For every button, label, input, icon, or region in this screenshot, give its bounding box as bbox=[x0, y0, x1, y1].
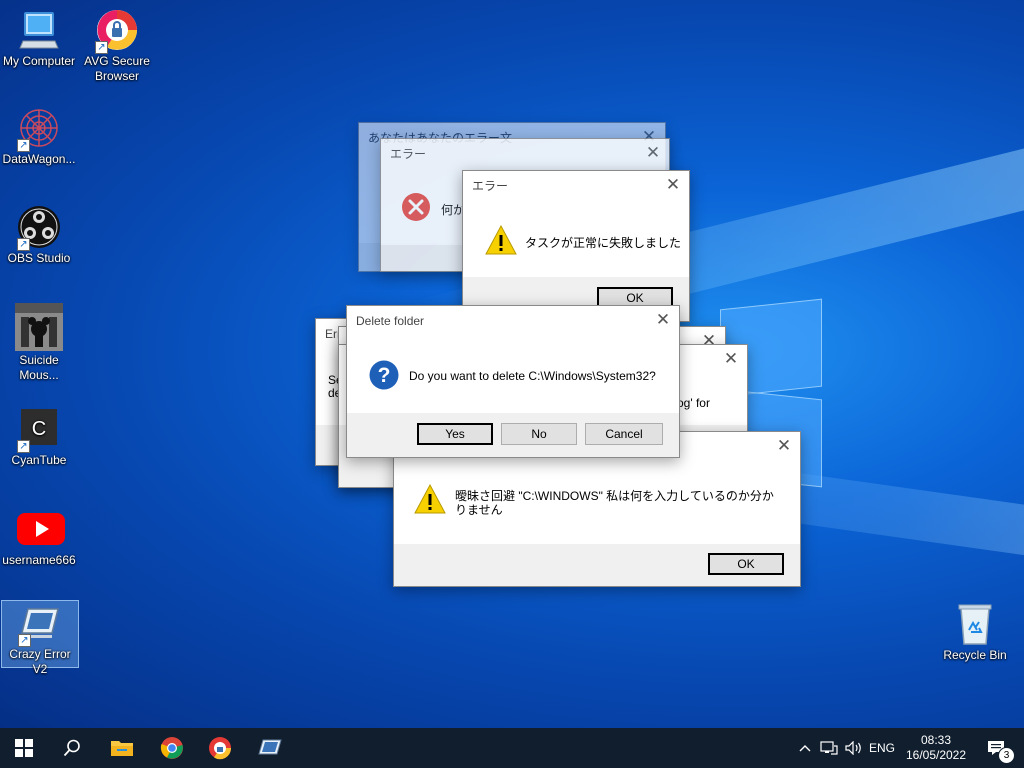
yes-button[interactable]: Yes bbox=[417, 423, 493, 445]
dialog-task-failed[interactable]: エラー ✕ タスクが正常に失敗しました OK bbox=[462, 170, 690, 322]
dialog-message: Do you want to delete C:\Windows\System3… bbox=[409, 369, 656, 383]
shortcut-arrow-icon: ↗ bbox=[17, 440, 30, 453]
search-button[interactable] bbox=[48, 728, 96, 768]
youtube-icon bbox=[17, 507, 65, 551]
obs-studio-icon: ↗ bbox=[17, 205, 61, 251]
clock-time: 08:33 bbox=[920, 733, 952, 747]
desktop-icon-crazy-error-v2[interactable]: ↗ Crazy Error V2 bbox=[1, 600, 79, 676]
crazy-error-icon: ↗ bbox=[18, 601, 62, 647]
close-icon[interactable]: ✕ bbox=[715, 345, 747, 375]
desktop-icon-label: OBS Studio bbox=[7, 251, 71, 265]
error-icon bbox=[401, 192, 431, 225]
desktop-icon-label: Crazy Error V2 bbox=[9, 647, 71, 676]
show-hidden-icons-button[interactable] bbox=[796, 728, 814, 768]
network-button[interactable] bbox=[818, 728, 840, 768]
dialog-message: 曖昧さ回避 "C:\WINDOWS" 私は何を入力しているのか分かりません bbox=[455, 489, 774, 517]
no-button[interactable]: No bbox=[501, 423, 577, 445]
speaker-icon bbox=[845, 741, 861, 755]
warning-icon bbox=[414, 483, 446, 517]
desktop-icon-label: CyanTube bbox=[11, 453, 67, 467]
warning-icon bbox=[485, 224, 517, 258]
network-icon bbox=[820, 741, 838, 755]
desktop-icon-username666[interactable]: username666 bbox=[1, 507, 77, 568]
desktop-icon-suicide-mouse[interactable]: Suicide Mous... bbox=[1, 303, 77, 383]
shortcut-arrow-icon: ↗ bbox=[17, 238, 30, 251]
svg-text:?: ? bbox=[378, 364, 391, 387]
dialog-message: タスクが正常に失敗しました bbox=[525, 236, 682, 250]
desktop-icon-label: username666 bbox=[2, 553, 76, 567]
start-button[interactable] bbox=[0, 728, 48, 768]
input-language-button[interactable]: ENG bbox=[868, 728, 896, 768]
desktop-icon-datawagon[interactable]: ↗ DataWagon... bbox=[1, 106, 77, 167]
action-center-button[interactable]: 3 bbox=[976, 728, 1016, 768]
datawagon-icon: ↗ bbox=[17, 106, 61, 152]
ok-button[interactable]: OK bbox=[708, 553, 784, 575]
computer-icon bbox=[17, 8, 61, 52]
volume-button[interactable] bbox=[843, 728, 865, 768]
svg-text:C: C bbox=[32, 418, 46, 440]
desktop[interactable]: My Computer ↗ AVG Secure Browser ↗ DataW… bbox=[0, 0, 1024, 728]
language-indicator: ENG bbox=[868, 741, 895, 755]
shortcut-arrow-icon: ↗ bbox=[95, 41, 108, 54]
clock-date: 16/05/2022 bbox=[905, 748, 967, 762]
cancel-button[interactable]: Cancel bbox=[585, 423, 663, 445]
desktop-icon-label: My Computer bbox=[2, 54, 76, 68]
question-icon: ? bbox=[369, 360, 399, 393]
close-icon[interactable]: ✕ bbox=[647, 306, 679, 336]
desktop-icon-recycle-bin[interactable]: Recycle Bin bbox=[937, 602, 1013, 663]
dialog-delete-folder[interactable]: Delete folder ✕ ? Do you want to delete C… bbox=[346, 305, 680, 458]
desktop-icon-cyantube[interactable]: C ↗ CyanTube bbox=[1, 407, 77, 468]
windows-start-icon bbox=[15, 739, 33, 757]
desktop-icon-avg-secure-browser[interactable]: ↗ AVG Secure Browser bbox=[79, 8, 155, 84]
desktop-icon-obs-studio[interactable]: ↗ OBS Studio bbox=[1, 205, 77, 266]
chrome-icon bbox=[160, 737, 183, 759]
avg-browser-icon bbox=[209, 737, 232, 760]
chevron-up-icon bbox=[799, 745, 811, 752]
desktop-icon-label: Recycle Bin bbox=[943, 648, 1007, 662]
clock-button[interactable]: 08:33 16/05/2022 bbox=[902, 728, 970, 768]
recycle-bin-icon bbox=[953, 602, 997, 646]
dialog-title: エラー bbox=[472, 179, 509, 193]
taskbar-crazy-error[interactable] bbox=[246, 728, 294, 768]
desktop-icon-label: Suicide Mous... bbox=[19, 353, 59, 382]
taskbar-chrome[interactable] bbox=[148, 728, 196, 768]
taskbar-avg-browser[interactable] bbox=[196, 728, 244, 768]
dialog-title: エラー bbox=[390, 147, 427, 161]
game-icon bbox=[15, 303, 63, 351]
shortcut-arrow-icon: ↗ bbox=[18, 634, 31, 647]
dialog-message: og' for bbox=[677, 396, 710, 410]
close-icon[interactable]: ✕ bbox=[657, 171, 689, 201]
desktop-icon-label: DataWagon... bbox=[2, 152, 76, 166]
close-icon[interactable]: ✕ bbox=[637, 139, 669, 169]
taskbar: ENG 08:33 16/05/2022 3 bbox=[0, 728, 1024, 768]
crazy-error-icon bbox=[258, 739, 282, 755]
folder-icon bbox=[111, 741, 133, 756]
dialog-title: Delete folder bbox=[356, 314, 425, 328]
desktop-icon-my-computer[interactable]: My Computer bbox=[1, 8, 77, 69]
close-icon[interactable]: ✕ bbox=[768, 432, 800, 462]
taskbar-file-explorer[interactable] bbox=[98, 728, 146, 768]
shortcut-arrow-icon: ↗ bbox=[17, 139, 30, 152]
cyantube-icon: C ↗ bbox=[17, 407, 61, 453]
notification-count-badge: 3 bbox=[998, 747, 1015, 764]
avg-browser-icon: ↗ bbox=[95, 8, 139, 54]
desktop-icon-label: AVG Secure Browser bbox=[84, 54, 150, 83]
search-icon bbox=[63, 739, 80, 757]
